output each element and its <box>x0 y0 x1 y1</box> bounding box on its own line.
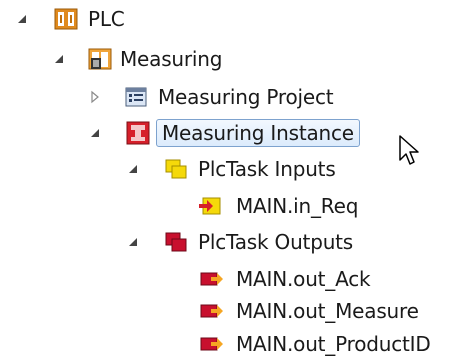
collapse-arrow-icon[interactable] <box>15 12 29 26</box>
tree-node-output-variable[interactable]: MAIN.out_ProductID <box>0 325 464 363</box>
output-folder-icon <box>165 232 187 252</box>
plc-instance-icon <box>126 121 150 145</box>
output-variable-icon <box>200 337 223 351</box>
tree-node-label: PlcTask Outputs <box>198 230 354 254</box>
tree-node-measuring-instance[interactable]: Measuring Instance <box>0 114 464 152</box>
tree-node-label: MAIN.out_ProductID <box>236 332 431 356</box>
solution-tree: PLC Measuring Measuring Project Measurin… <box>0 0 464 363</box>
tree-node-input-variable[interactable]: MAIN.in_Req <box>0 187 464 225</box>
input-folder-icon <box>165 159 187 179</box>
input-variable-icon <box>199 197 221 215</box>
tree-node-label: Measuring Instance <box>156 119 360 147</box>
project-file-icon <box>125 87 147 107</box>
mouse-pointer-icon <box>399 135 419 165</box>
collapse-arrow-icon[interactable] <box>52 52 66 66</box>
tree-node-label: Measuring <box>120 47 223 71</box>
tree-node-measuring-project[interactable]: Measuring Project <box>0 78 464 116</box>
tree-node-label: MAIN.out_Measure <box>236 299 419 323</box>
tree-node-measuring[interactable]: Measuring <box>0 40 464 78</box>
plc-project-icon <box>88 48 112 70</box>
tree-node-label: PLC <box>88 7 125 31</box>
output-variable-icon <box>200 304 223 318</box>
tree-node-plctask-outputs[interactable]: PlcTask Outputs <box>0 223 464 261</box>
plc-folder-icon <box>54 8 78 30</box>
collapse-arrow-icon[interactable] <box>126 162 140 176</box>
tree-node-label: MAIN.in_Req <box>236 194 359 218</box>
output-variable-icon <box>200 272 223 286</box>
tree-node-plctask-inputs[interactable]: PlcTask Inputs <box>0 150 464 188</box>
collapse-arrow-icon[interactable] <box>126 235 140 249</box>
tree-node-label: Measuring Project <box>158 85 334 109</box>
tree-node-plc[interactable]: PLC <box>0 0 464 38</box>
tree-node-label: PlcTask Inputs <box>198 157 336 181</box>
tree-node-label: MAIN.out_Ack <box>236 267 371 291</box>
collapse-arrow-icon[interactable] <box>88 126 102 140</box>
expand-arrow-icon[interactable] <box>88 90 102 104</box>
